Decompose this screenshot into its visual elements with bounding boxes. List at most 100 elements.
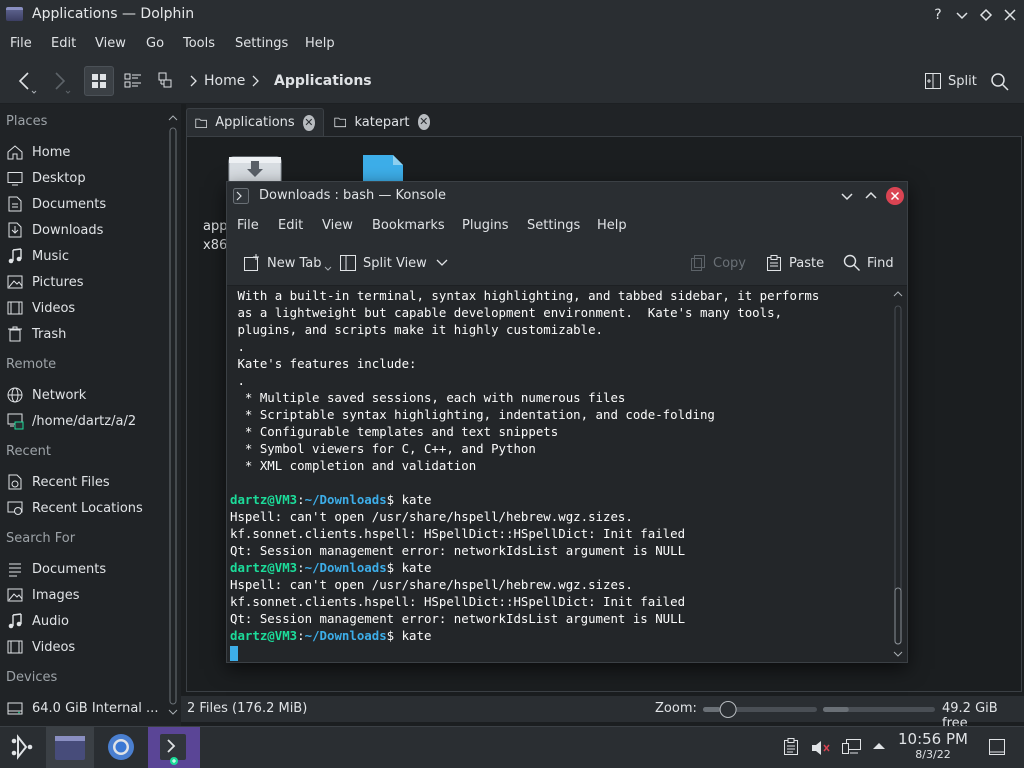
forward-button[interactable] (44, 66, 74, 96)
tab-close-icon[interactable]: ✕ (302, 114, 315, 131)
places-item-label: Home (32, 144, 71, 160)
show-desktop-icon[interactable] (988, 738, 1006, 756)
clipboard-icon[interactable] (782, 738, 800, 756)
maximize-icon[interactable] (976, 5, 996, 25)
places-item-network[interactable]: Network (6, 383, 161, 407)
places-section-title: Search For (6, 531, 76, 546)
close-icon[interactable] (1000, 5, 1020, 25)
places-item-images[interactable]: Images (6, 583, 161, 607)
terminal-scrollbar[interactable] (889, 286, 907, 662)
minimize-icon[interactable] (952, 5, 972, 25)
konsole-menu-settings[interactable]: Settings (527, 218, 580, 233)
places-item-home[interactable]: Home (6, 140, 161, 164)
back-button[interactable] (10, 66, 40, 96)
konsole-taskbar-icon[interactable] (148, 727, 200, 768)
konsole-app-icon (233, 188, 249, 204)
dolphin-taskbar-icon[interactable] (46, 727, 94, 768)
search-icon[interactable] (990, 72, 1010, 92)
tab-close-icon[interactable]: ✕ (417, 114, 430, 130)
places-item-documents[interactable]: Documents (6, 192, 161, 216)
free-space-bar (823, 707, 935, 712)
konsole-menu-help[interactable]: Help (597, 218, 627, 233)
konsole-maximize-icon[interactable] (863, 188, 879, 204)
find-icon (843, 254, 860, 271)
paste-button[interactable]: Paste (765, 254, 824, 272)
places-scrollbar[interactable] (166, 104, 180, 726)
menu-edit[interactable]: Edit (51, 36, 76, 51)
split-button[interactable]: Split (924, 72, 977, 90)
tab-applications[interactable]: Applications ✕ (186, 108, 324, 136)
find-button[interactable]: Find (843, 254, 894, 272)
compact-view-button[interactable] (118, 66, 148, 96)
places-item-videos[interactable]: Videos (6, 296, 161, 320)
places-section-title: Remote (6, 357, 57, 372)
places-panel: Places Home Desktop Documents Downloads Music… (0, 104, 181, 726)
folder-icon (334, 117, 347, 128)
network-icon[interactable] (842, 738, 862, 756)
file-item[interactable] (361, 153, 405, 183)
details-view-button[interactable] (152, 66, 182, 96)
split-view-button[interactable]: Split View (339, 254, 455, 272)
copy-button[interactable]: Copy (689, 254, 746, 272)
zoom-slider[interactable] (701, 698, 821, 720)
places-item-label: Downloads (32, 222, 104, 238)
network-folder-icon (6, 412, 24, 430)
breadcrumb-current[interactable]: Applications (274, 73, 372, 89)
places-item-audio[interactable]: Audio (6, 609, 161, 633)
terminal-prompt-line: dartz@VM3:~/Downloads$ kate (230, 628, 432, 643)
tab-katepart[interactable]: katepart ✕ (326, 108, 438, 136)
system-tray-expand-icon[interactable] (872, 741, 886, 751)
terminal-line: * Symbol viewers for C, C++, and Python (230, 441, 536, 456)
menu-go[interactable]: Go (146, 36, 164, 51)
menu-file[interactable]: File (10, 36, 32, 51)
konsole-menu-edit[interactable]: Edit (278, 218, 303, 233)
new-tab-button[interactable]: New Tab (243, 254, 332, 272)
konsole-menu-plugins[interactable]: Plugins (462, 218, 509, 233)
breadcrumb-separator-icon (252, 75, 259, 87)
copy-label: Copy (713, 255, 746, 271)
places-item-downloads[interactable]: Downloads (6, 218, 161, 242)
clock[interactable]: 10:56 PM 8/3/22 (896, 731, 970, 762)
places-item-music[interactable]: Music (6, 244, 161, 268)
dolphin-menubar: File Edit View Go Tools Settings Help (0, 30, 1024, 58)
places-item-64-0-gib-internal[interactable]: 64.0 GiB Internal ... (6, 696, 161, 720)
dolphin-titlebar[interactable]: Applications — Dolphin ? (0, 0, 1024, 30)
konsole-menu-view[interactable]: View (322, 218, 353, 233)
konsole-menu-bookmarks[interactable]: Bookmarks (372, 218, 445, 233)
folder-icon (195, 118, 207, 128)
places-item-desktop[interactable]: Desktop (6, 166, 161, 190)
forward-icon (55, 72, 71, 94)
places-item-label: Documents (32, 561, 107, 577)
places-item-label: Music (32, 248, 69, 264)
places-section-title: Devices (6, 670, 58, 685)
terminal-prompt-line: dartz@VM3:~/Downloads$ kate (230, 560, 432, 575)
places-item-trash[interactable]: Trash (6, 322, 161, 346)
terminal-line: Kate's features include: (230, 356, 417, 371)
konsole-minimize-icon[interactable] (839, 188, 855, 204)
konsole-close-icon[interactable] (885, 186, 905, 206)
places-item-label: /home/dartz/a/2 (32, 413, 137, 429)
places-item-recent-files[interactable]: Recent Files (6, 470, 161, 494)
menu-view[interactable]: View (95, 36, 126, 51)
terminal-output[interactable]: With a built-in terminal, syntax highlig… (227, 286, 889, 662)
places-item-videos[interactable]: Videos (6, 635, 161, 659)
places-item-recent-locations[interactable]: Recent Locations (6, 496, 161, 520)
app-launcher-icon[interactable] (8, 733, 36, 761)
chromium-taskbar-icon[interactable] (97, 727, 145, 768)
icons-view-button[interactable] (84, 66, 114, 96)
copy-icon (691, 255, 705, 271)
konsole-menu-file[interactable]: File (237, 218, 259, 233)
menu-tools[interactable]: Tools (183, 36, 215, 51)
konsole-window[interactable]: Downloads : bash — Konsole File Edit Vie… (226, 181, 908, 663)
help-icon[interactable]: ? (928, 5, 948, 25)
breadcrumb-home[interactable]: Home (204, 73, 245, 89)
terminal-line: With a built-in terminal, syntax highlig… (230, 288, 820, 303)
terminal-cursor (230, 644, 889, 661)
menu-help[interactable]: Help (305, 36, 335, 51)
volume-muted-icon[interactable] (810, 738, 830, 758)
places-item-pictures[interactable]: Pictures (6, 270, 161, 294)
konsole-titlebar[interactable]: Downloads : bash — Konsole (227, 182, 907, 210)
places-item-documents[interactable]: Documents (6, 557, 161, 581)
places-item-home-dartz-a-2[interactable]: /home/dartz/a/2 (6, 409, 161, 433)
menu-settings[interactable]: Settings (235, 36, 288, 51)
